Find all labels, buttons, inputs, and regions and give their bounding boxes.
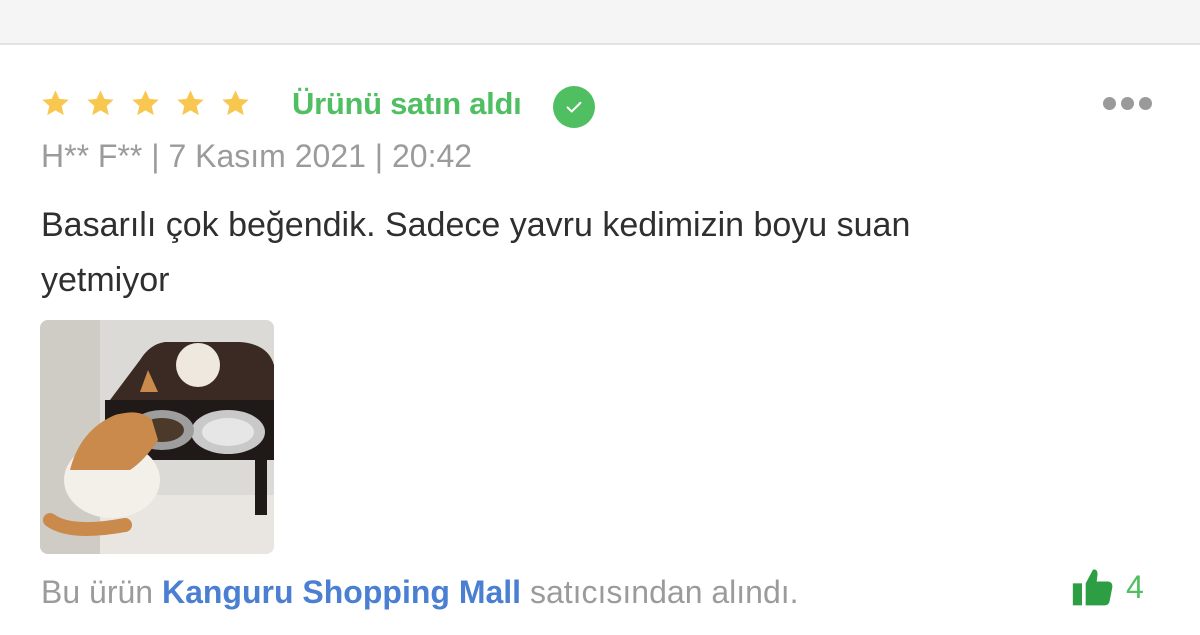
reviewer-name: H** F** bbox=[41, 138, 143, 174]
review-comment: Basarılı çok beğendik. Sadece yavru kedi… bbox=[41, 206, 911, 299]
top-bar bbox=[0, 0, 1200, 45]
star-icon bbox=[87, 90, 114, 116]
check-circle-icon bbox=[553, 86, 595, 128]
review-photo bbox=[40, 320, 274, 554]
more-horizontal-icon bbox=[1103, 97, 1116, 110]
star-icon bbox=[177, 90, 204, 116]
review-date: 7 Kasım 2021 bbox=[168, 138, 366, 174]
more-options-button[interactable] bbox=[1103, 97, 1152, 110]
star-icon bbox=[132, 90, 159, 116]
meta-separator: | bbox=[374, 138, 384, 174]
seller-info: Bu ürün Kanguru Shopping Mall satıcısınd… bbox=[41, 574, 799, 611]
seller-prefix: Bu ürün bbox=[41, 574, 154, 610]
star-icon bbox=[42, 90, 69, 116]
review-time: 20:42 bbox=[392, 138, 473, 174]
meta-separator: | bbox=[151, 138, 160, 174]
star-icon bbox=[222, 90, 249, 116]
like-count: 4 bbox=[1126, 568, 1144, 605]
more-horizontal-icon bbox=[1139, 97, 1152, 110]
seller-suffix: satıcısından alındı. bbox=[529, 574, 799, 610]
more-horizontal-icon bbox=[1121, 97, 1134, 110]
seller-link[interactable]: Kanguru Shopping Mall bbox=[162, 574, 521, 610]
like-button[interactable]: 4 bbox=[1070, 565, 1144, 609]
rating-stars bbox=[40, 88, 251, 119]
thumbs-up-icon bbox=[1072, 569, 1113, 606]
review-meta: H** F** | 7 Kasım 2021 | 20:42 bbox=[41, 138, 472, 175]
review-photo-thumbnail[interactable] bbox=[40, 320, 274, 554]
purchased-label: Ürünü satın aldı bbox=[292, 86, 522, 121]
